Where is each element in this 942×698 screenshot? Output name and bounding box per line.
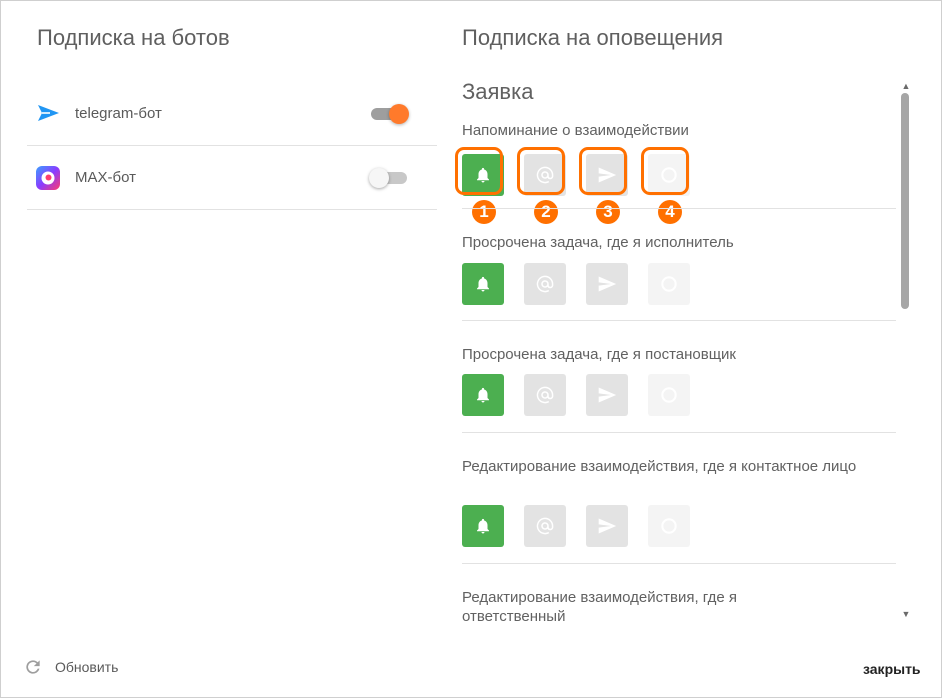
circle-icon — [661, 276, 677, 292]
notif-label: Редактирование взаимодействия, где я отв… — [462, 589, 737, 625]
circle-icon — [661, 518, 677, 534]
at-sign-icon — [536, 386, 554, 404]
circle-icon — [661, 167, 677, 183]
toggle-knob — [369, 168, 389, 188]
bot-label-telegram: telegram-бот — [75, 105, 162, 122]
notifications-scroll-area: Заявка Напоминание о взаимодействии 1 2 … — [441, 79, 897, 629]
channel-messenger-button[interactable] — [586, 263, 628, 305]
notif-item: Редактирование взаимодействия, где я отв… — [462, 588, 896, 626]
scroll-thumb[interactable] — [901, 93, 909, 309]
refresh-label: Обновить — [55, 659, 119, 675]
bots-title: Подписка на ботов — [37, 25, 230, 50]
scroll-up-arrow-icon[interactable]: ▲ — [901, 81, 911, 91]
telegram-bot-toggle[interactable] — [371, 104, 409, 124]
subscription-dialog: Подписка на ботов telegram-бот MAX-бот П… — [0, 0, 942, 698]
circle-icon — [661, 387, 677, 403]
notif-label: Просрочена задача, где я исполнитель — [462, 234, 734, 251]
telegram-icon — [35, 101, 61, 127]
channel-email-button[interactable]: 2 — [517, 147, 566, 224]
notif-label: Просрочена задача, где я постановщик — [462, 346, 736, 363]
badge-3: 3 — [596, 200, 620, 224]
channel-email-button[interactable] — [524, 263, 566, 305]
notif-label: Редактирование взаимодействия, где я кон… — [462, 458, 857, 475]
channel-max-button[interactable]: 4 — [641, 147, 690, 224]
notif-item: Редактирование взаимодействия, где я кон… — [462, 457, 896, 564]
scrollbar[interactable]: ▲ ▼ — [900, 79, 912, 619]
channel-email-button[interactable] — [524, 374, 566, 416]
divider — [462, 208, 896, 209]
bot-row-max: MAX-бот — [27, 145, 437, 210]
close-button[interactable]: закрыть — [863, 661, 921, 677]
send-icon — [598, 518, 617, 534]
notifications-title: Подписка на оповещения — [462, 25, 724, 50]
section-title: Заявка — [462, 79, 534, 104]
channel-bell-button[interactable] — [462, 505, 504, 547]
channel-bell-button[interactable] — [462, 263, 504, 305]
channel-messenger-button[interactable]: 3 — [579, 147, 628, 224]
max-logo-icon — [35, 165, 61, 191]
channel-bell-button[interactable] — [462, 374, 504, 416]
bell-icon — [477, 167, 489, 183]
send-icon — [598, 387, 617, 403]
badge-4: 4 — [658, 200, 682, 224]
divider — [462, 320, 896, 321]
at-sign-icon — [536, 517, 554, 535]
badge-2: 2 — [534, 200, 558, 224]
bell-icon — [477, 387, 489, 403]
notif-item: Просрочена задача, где я постановщик — [462, 345, 896, 433]
max-bot-toggle[interactable] — [369, 168, 407, 188]
divider — [462, 432, 896, 433]
channel-max-button[interactable] — [648, 505, 690, 547]
channel-max-button[interactable] — [648, 374, 690, 416]
at-sign-icon — [536, 275, 554, 293]
toggle-knob — [389, 104, 409, 124]
channel-messenger-button[interactable] — [586, 374, 628, 416]
channel-bell-button[interactable]: 1 — [455, 147, 504, 224]
notif-item: Напоминание о взаимодействии 1 2 3 4 — [455, 121, 896, 251]
bell-icon — [477, 276, 489, 292]
bot-label-max: MAX-бот — [75, 169, 136, 186]
bot-row-telegram: telegram-бот — [27, 81, 437, 146]
notif-item: Просрочена задача, где я исполнитель — [462, 233, 896, 321]
divider — [462, 563, 896, 564]
badge-1: 1 — [472, 200, 496, 224]
channel-max-button[interactable] — [648, 263, 690, 305]
notif-label: Напоминание о взаимодействии — [462, 122, 689, 139]
scroll-down-arrow-icon[interactable]: ▼ — [901, 609, 911, 619]
channel-messenger-button[interactable] — [586, 505, 628, 547]
at-sign-icon — [536, 166, 554, 184]
refresh-icon — [26, 660, 40, 674]
channel-email-button[interactable] — [524, 505, 566, 547]
send-icon — [598, 276, 617, 292]
send-icon — [598, 167, 617, 183]
bell-icon — [477, 518, 489, 534]
